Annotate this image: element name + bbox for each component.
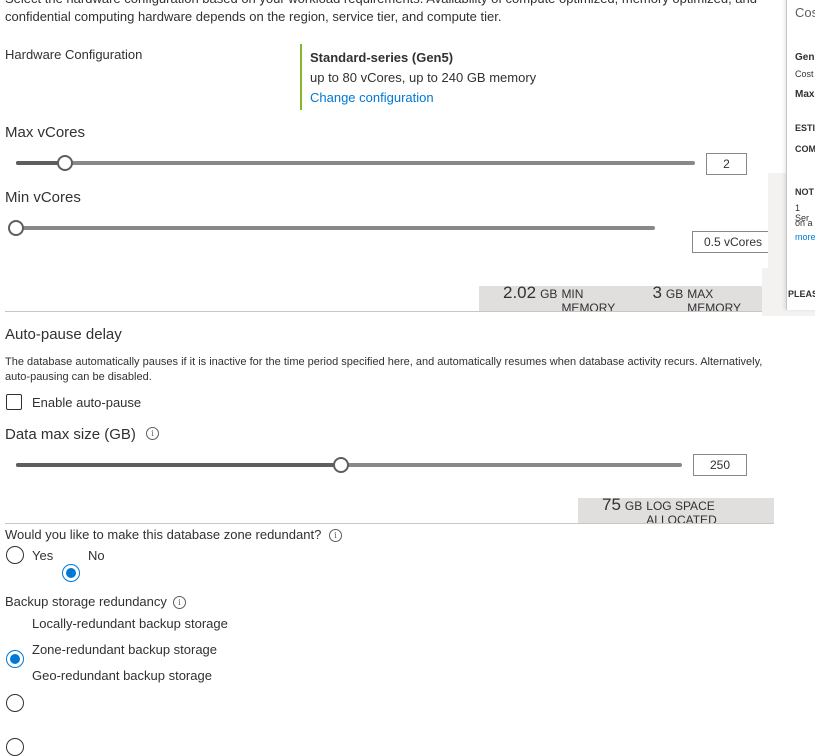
min-vcores-label: Min vCores bbox=[5, 189, 81, 206]
cost-summary-gen: Gen bbox=[795, 52, 815, 63]
intro-text: Select the hardware configuration based … bbox=[5, 0, 775, 26]
auto-pause-description: The database automatically pauses if it … bbox=[5, 355, 775, 385]
auto-pause-description-line-2: auto-pausing can be disabled. bbox=[5, 371, 152, 383]
zone-redundant-yes-radio[interactable] bbox=[6, 546, 24, 564]
memory-summary-bar: 2.02 GB MIN MEMORY 3 GB MAX MEMORY bbox=[479, 283, 774, 315]
data-max-size-slider-fill bbox=[16, 463, 341, 467]
enable-auto-pause-label[interactable]: Enable auto-pause bbox=[32, 395, 141, 410]
cost-summary-title: Cos bbox=[795, 5, 815, 20]
hardware-config-panel: Standard-series (Gen5) up to 80 vCores, … bbox=[300, 44, 600, 110]
max-memory-unit: GB bbox=[665, 287, 684, 301]
max-vcores-label: Max vCores bbox=[5, 124, 86, 141]
cost-summary-compute: COM bbox=[795, 144, 815, 154]
hardware-config-label: Hardware Configuration bbox=[5, 47, 143, 62]
max-vcores-slider-thumb[interactable] bbox=[57, 155, 73, 171]
backup-locally-redundant-radio[interactable] bbox=[6, 650, 24, 668]
zone-redundant-no-label[interactable]: No bbox=[88, 548, 105, 563]
zone-redundant-yes-label[interactable]: Yes bbox=[32, 548, 53, 563]
side-panel-notes-heading: NOT bbox=[795, 187, 814, 197]
cost-summary-cost: Cost bbox=[795, 69, 814, 79]
zone-redundant-no-radio[interactable] bbox=[62, 564, 80, 582]
min-vcores-input[interactable]: 0.5 vCores bbox=[692, 231, 774, 253]
change-configuration-link[interactable]: Change configuration bbox=[310, 88, 600, 108]
log-space-unit: GB bbox=[624, 499, 643, 513]
backup-locally-redundant-label[interactable]: Locally-redundant backup storage bbox=[32, 616, 228, 631]
cost-summary-panel: Cos Gen Cost Max ESTI COM bbox=[786, 0, 815, 310]
intro-line-2: confidential computing hardware depends … bbox=[5, 9, 502, 24]
backup-redundancy-label: Backup storage redundancy bbox=[5, 594, 167, 609]
backup-geo-redundant-radio[interactable] bbox=[6, 738, 24, 756]
info-icon[interactable]: i bbox=[173, 596, 186, 609]
hardware-title: Standard-series (Gen5) bbox=[310, 50, 454, 65]
backup-zone-redundant-label[interactable]: Zone-redundant backup storage bbox=[32, 642, 217, 657]
info-icon[interactable]: i bbox=[146, 427, 159, 440]
data-max-size-slider[interactable] bbox=[16, 457, 682, 473]
min-vcores-slider-track bbox=[16, 226, 655, 230]
min-memory-unit: GB bbox=[540, 287, 558, 301]
data-max-size-input[interactable]: 250 bbox=[693, 454, 747, 476]
section-divider bbox=[5, 311, 774, 312]
side-panel-please-text: PLEAS bbox=[788, 289, 815, 299]
max-memory-value: 3 bbox=[652, 283, 662, 302]
min-vcores-slider[interactable] bbox=[8, 220, 655, 236]
enable-auto-pause-checkbox[interactable] bbox=[6, 394, 22, 410]
zone-redundant-question: Would you like to make this database zon… bbox=[5, 527, 322, 542]
auto-pause-description-line-1: The database automatically pauses if it … bbox=[5, 356, 763, 368]
side-panel-notes-background bbox=[768, 173, 788, 283]
backup-zone-redundant-radio[interactable] bbox=[6, 694, 24, 712]
hardware-description: up to 80 vCores, up to 240 GB memory bbox=[310, 70, 537, 85]
cost-summary-max: Max bbox=[795, 89, 815, 100]
auto-pause-heading: Auto-pause delay bbox=[5, 326, 122, 343]
section-divider-2 bbox=[5, 523, 774, 524]
log-space-bar: 75 GB LOG SPACE ALLOCATED bbox=[578, 495, 774, 527]
max-vcores-slider[interactable] bbox=[16, 155, 695, 171]
max-vcores-input[interactable]: 2 bbox=[706, 153, 747, 175]
backup-geo-redundant-label[interactable]: Geo-redundant backup storage bbox=[32, 668, 212, 683]
min-vcores-slider-thumb[interactable] bbox=[8, 220, 24, 236]
log-space-value: 75 bbox=[602, 495, 621, 514]
max-vcores-slider-track bbox=[16, 161, 695, 165]
side-panel-more-link[interactable]: more bbox=[795, 232, 815, 242]
intro-line-1: Select the hardware configuration based … bbox=[5, 0, 775, 8]
min-memory-value: 2.02 bbox=[503, 283, 537, 302]
data-max-size-label: Data max size (GB) bbox=[5, 426, 136, 443]
data-max-size-slider-thumb[interactable] bbox=[333, 457, 349, 473]
info-icon[interactable]: i bbox=[329, 529, 342, 542]
side-panel-note-2: on a bbox=[795, 218, 813, 228]
cost-summary-estimated: ESTI bbox=[795, 123, 815, 133]
